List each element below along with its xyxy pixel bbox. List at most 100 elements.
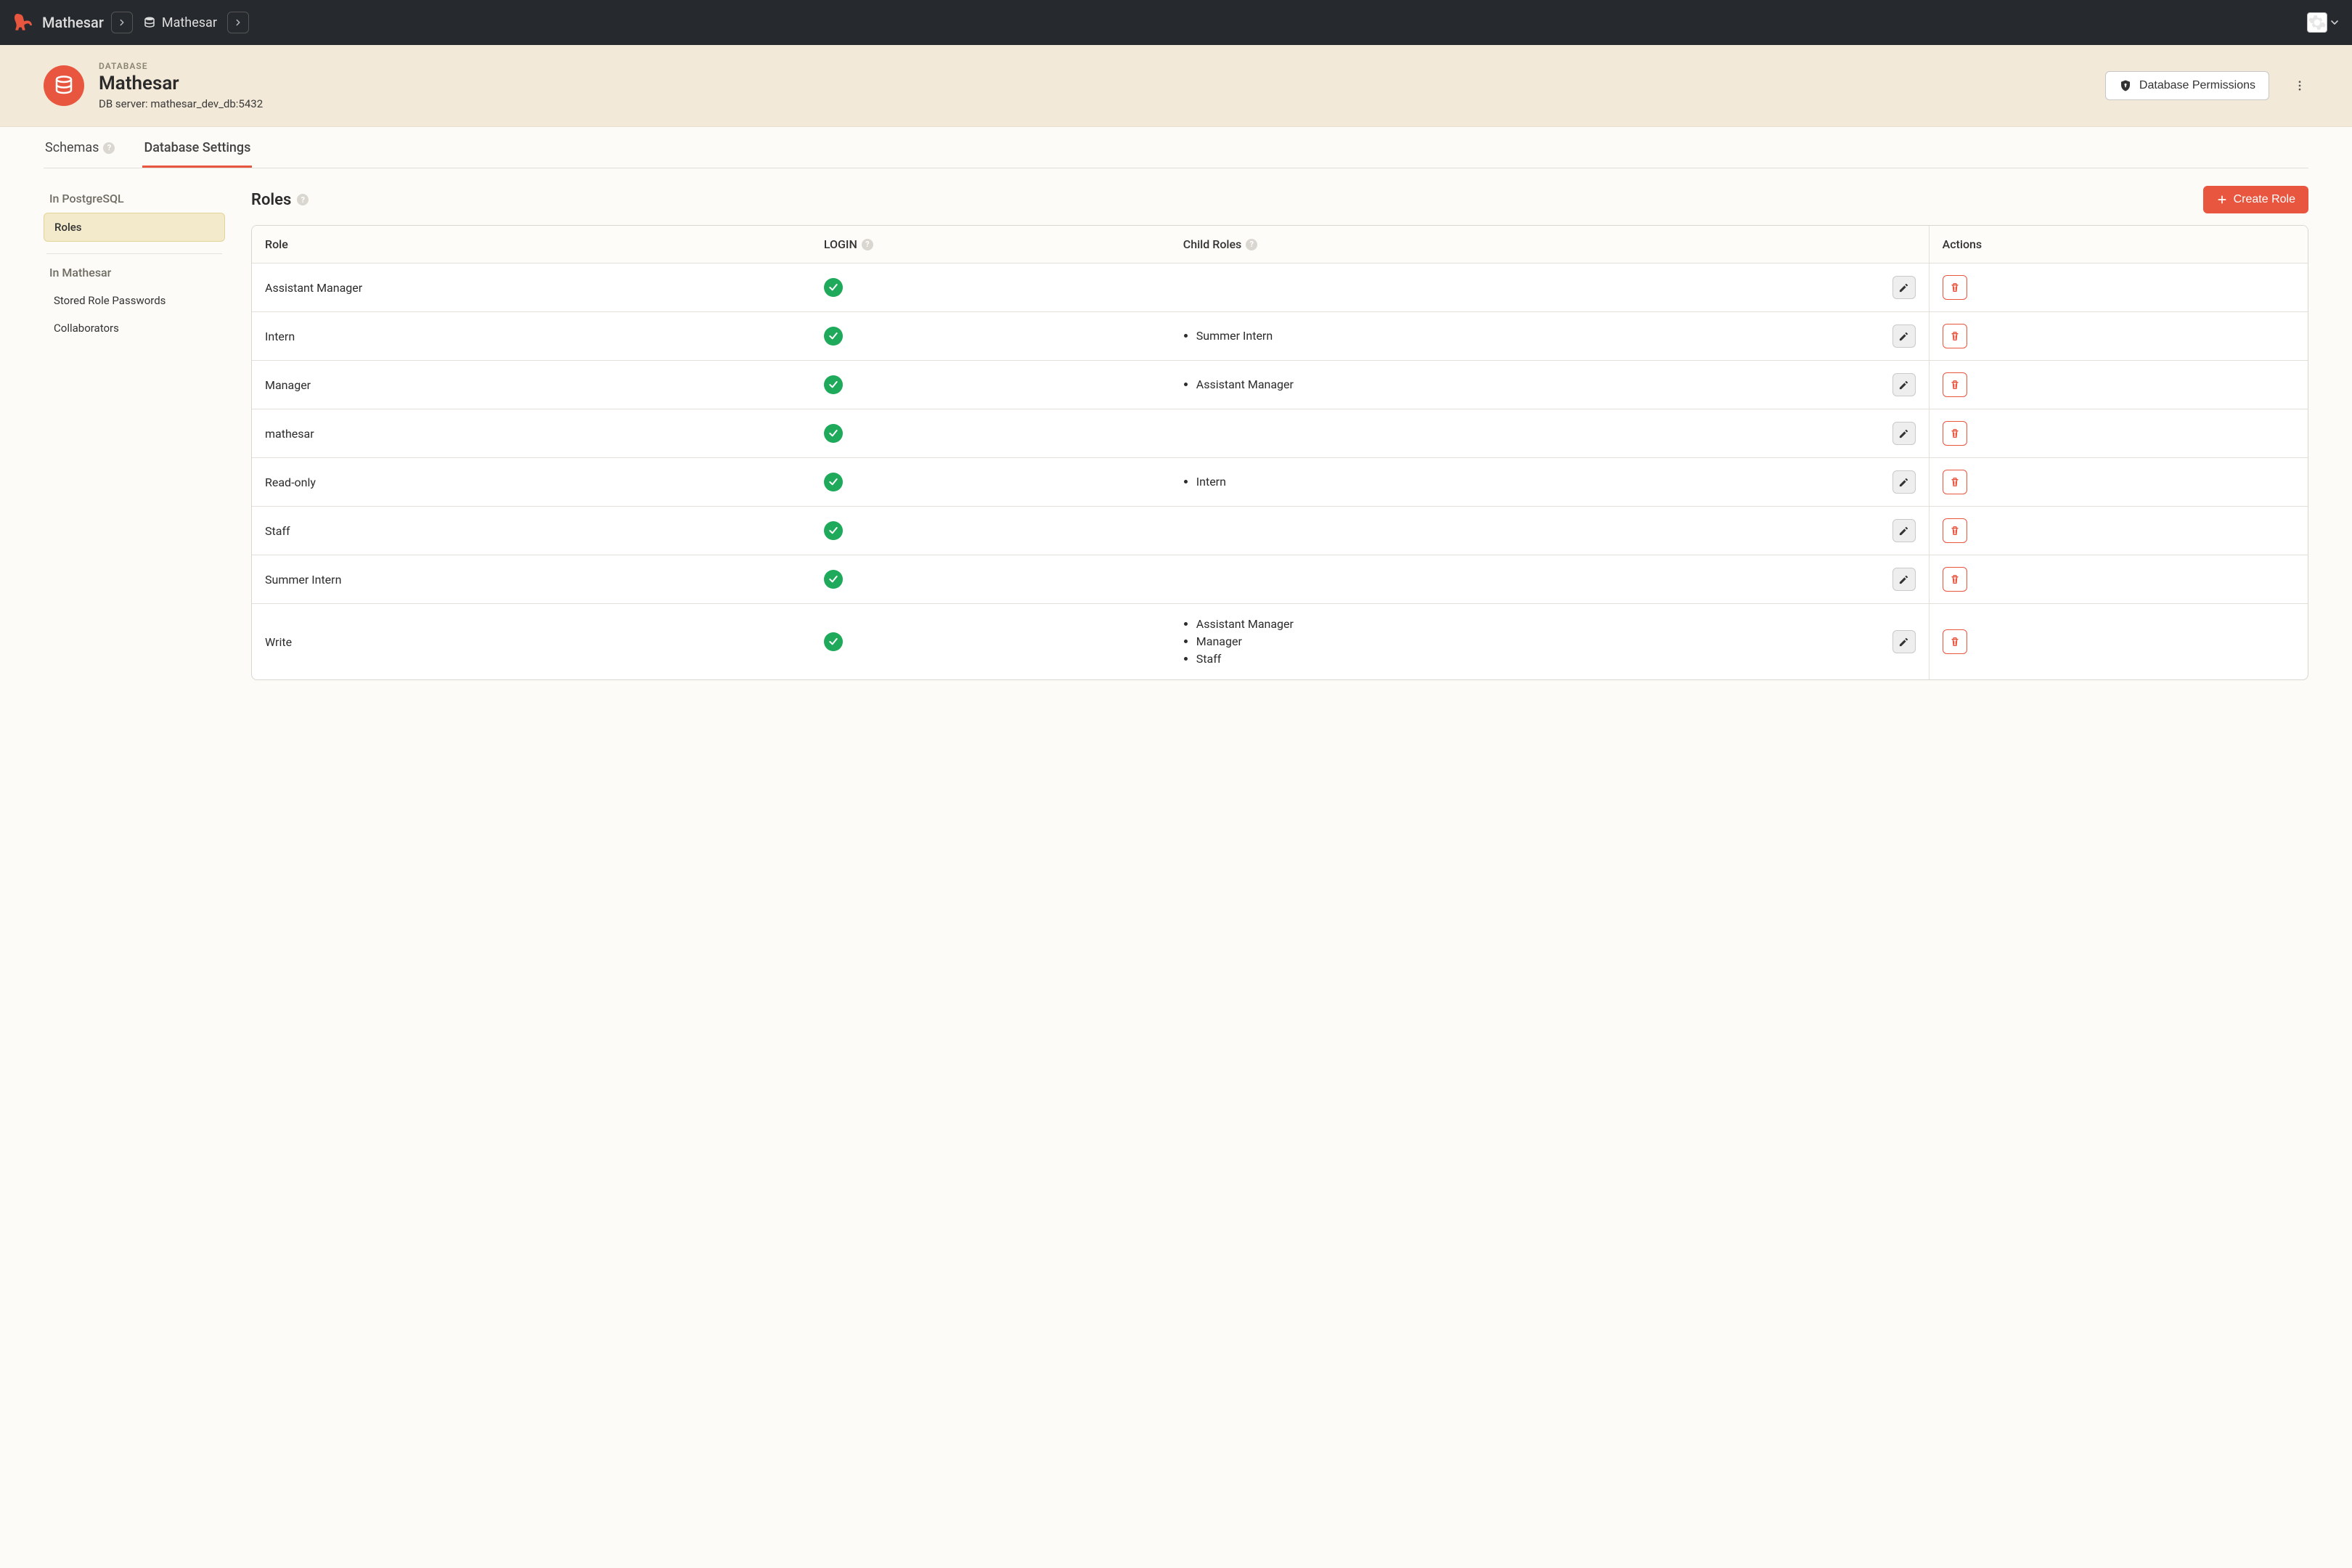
table-row: Write Assistant ManagerManagerStaff bbox=[252, 604, 2308, 679]
role-name-cell: Read-only bbox=[252, 458, 811, 506]
role-name-cell: Write bbox=[252, 604, 811, 679]
edit-child-roles-button[interactable] bbox=[1892, 519, 1916, 542]
child-role-item: Assistant Manager bbox=[1196, 616, 1884, 633]
login-cell bbox=[811, 264, 1170, 311]
app-name: Mathesar bbox=[42, 14, 104, 31]
database-permissions-button[interactable]: Database Permissions bbox=[2105, 71, 2269, 100]
sidebar-item-roles[interactable]: Roles bbox=[44, 213, 225, 242]
page-title-text: Roles bbox=[251, 191, 291, 209]
actions-cell bbox=[1929, 555, 2308, 603]
tabs: Schemas ? Database Settings bbox=[44, 127, 2308, 168]
role-name-cell: Assistant Manager bbox=[252, 264, 811, 311]
sidebar-group-mathesar: In Mathesar bbox=[49, 266, 219, 279]
role-name-cell: Intern bbox=[252, 312, 811, 360]
settings-sidebar: In PostgreSQL Roles In Mathesar Stored R… bbox=[44, 186, 225, 342]
sidebar-divider bbox=[46, 253, 222, 254]
child-role-item: Summer Intern bbox=[1196, 327, 1884, 345]
help-icon[interactable]: ? bbox=[1246, 239, 1257, 250]
chevron-down-icon bbox=[2329, 17, 2340, 28]
login-cell bbox=[811, 507, 1170, 555]
plus-icon bbox=[2216, 194, 2228, 205]
database-header: DATABASE Mathesar DB server: mathesar_de… bbox=[0, 45, 2352, 127]
actions-cell bbox=[1929, 409, 2308, 457]
pencil-icon bbox=[1898, 331, 1909, 342]
delete-role-button[interactable] bbox=[1943, 324, 1967, 348]
database-permissions-label: Database Permissions bbox=[2139, 79, 2255, 92]
breadcrumb-database[interactable]: Mathesar bbox=[140, 15, 220, 30]
child-roles-cell: Assistant ManagerManagerStaff bbox=[1170, 604, 1929, 679]
edit-child-roles-button[interactable] bbox=[1892, 568, 1916, 591]
sidebar-item-label: Collaborators bbox=[54, 322, 119, 335]
delete-role-button[interactable] bbox=[1943, 421, 1967, 446]
breadcrumb-expand-button-2[interactable] bbox=[227, 12, 249, 33]
create-role-label: Create Role bbox=[2234, 193, 2295, 206]
login-enabled-check-icon bbox=[824, 632, 843, 651]
role-name-cell: Staff bbox=[252, 507, 811, 555]
column-header-child-roles: Child Roles ? bbox=[1170, 226, 1929, 263]
settings-menu-button[interactable] bbox=[2307, 12, 2340, 33]
gear-icon-box bbox=[2307, 12, 2327, 33]
login-cell bbox=[811, 409, 1170, 457]
delete-role-button[interactable] bbox=[1943, 372, 1967, 397]
sidebar-item-collaborators[interactable]: Collaborators bbox=[44, 314, 225, 342]
database-subtitle: DB server: mathesar_dev_db:5432 bbox=[99, 97, 2091, 110]
delete-role-button[interactable] bbox=[1943, 567, 1967, 592]
trash-icon bbox=[1949, 379, 1961, 391]
role-name: Intern bbox=[265, 330, 295, 343]
sidebar-item-stored-role-passwords[interactable]: Stored Role Passwords bbox=[44, 287, 225, 314]
table-row: Summer Intern bbox=[252, 555, 2308, 604]
gear-icon bbox=[2308, 13, 2327, 32]
column-header-label: Child Roles bbox=[1183, 237, 1242, 251]
trash-icon bbox=[1949, 428, 1961, 439]
role-name-cell: mathesar bbox=[252, 409, 811, 457]
login-enabled-check-icon bbox=[824, 278, 843, 297]
column-header-role: Role bbox=[252, 226, 811, 263]
delete-role-button[interactable] bbox=[1943, 518, 1967, 543]
delete-role-button[interactable] bbox=[1943, 629, 1967, 654]
breadcrumb-expand-button-1[interactable] bbox=[111, 12, 133, 33]
role-name: Manager bbox=[265, 378, 311, 392]
pencil-icon bbox=[1898, 574, 1909, 585]
sidebar-group-postgresql: In PostgreSQL bbox=[49, 192, 219, 205]
header-overflow-menu[interactable] bbox=[2291, 79, 2308, 92]
tab-database-settings[interactable]: Database Settings bbox=[142, 127, 252, 168]
shield-icon bbox=[2119, 79, 2132, 92]
tab-schemas[interactable]: Schemas ? bbox=[44, 127, 116, 168]
edit-child-roles-button[interactable] bbox=[1892, 422, 1916, 445]
login-enabled-check-icon bbox=[824, 570, 843, 589]
table-row: Staff bbox=[252, 507, 2308, 555]
topbar: Mathesar Mathesar bbox=[0, 0, 2352, 45]
logo-block[interactable]: Mathesar bbox=[12, 11, 104, 34]
help-icon[interactable]: ? bbox=[297, 194, 309, 205]
child-roles-list: Intern bbox=[1183, 473, 1884, 491]
database-title: Mathesar bbox=[99, 73, 2091, 94]
trash-icon bbox=[1949, 636, 1961, 648]
edit-child-roles-button[interactable] bbox=[1892, 324, 1916, 348]
edit-child-roles-button[interactable] bbox=[1892, 276, 1916, 299]
delete-role-button[interactable] bbox=[1943, 275, 1967, 300]
help-icon[interactable]: ? bbox=[862, 239, 873, 250]
trash-icon bbox=[1949, 330, 1961, 342]
pencil-icon bbox=[1898, 526, 1909, 536]
actions-cell bbox=[1929, 312, 2308, 360]
child-roles-cell: Intern bbox=[1170, 458, 1929, 506]
actions-cell bbox=[1929, 458, 2308, 506]
edit-child-roles-button[interactable] bbox=[1892, 470, 1916, 494]
database-icon bbox=[53, 75, 75, 97]
edit-child-roles-button[interactable] bbox=[1892, 373, 1916, 396]
child-roles-cell bbox=[1170, 264, 1929, 311]
actions-cell bbox=[1929, 604, 2308, 679]
child-role-item: Manager bbox=[1196, 633, 1884, 650]
pencil-icon bbox=[1898, 637, 1909, 648]
create-role-button[interactable]: Create Role bbox=[2203, 186, 2308, 213]
delete-role-button[interactable] bbox=[1943, 470, 1967, 494]
table-row: Manager Assistant Manager bbox=[252, 361, 2308, 409]
login-cell bbox=[811, 361, 1170, 409]
roles-table: Role LOGIN ? Child Roles ? Actions bbox=[251, 225, 2308, 680]
sidebar-item-label: Stored Role Passwords bbox=[54, 294, 166, 307]
header-eyebrow: DATABASE bbox=[99, 61, 2091, 71]
child-roles-list: Assistant Manager bbox=[1183, 376, 1884, 393]
help-icon[interactable]: ? bbox=[103, 142, 115, 154]
edit-child-roles-button[interactable] bbox=[1892, 630, 1916, 653]
role-name-cell: Manager bbox=[252, 361, 811, 409]
